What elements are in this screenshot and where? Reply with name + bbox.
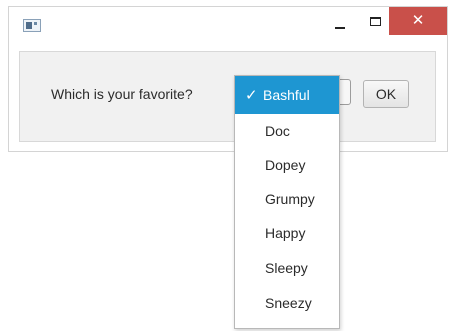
close-button[interactable]: ✕ [389,7,447,35]
dialog-window: ✕ Which is your favorite? OK [8,6,448,152]
minimize-button[interactable] [323,7,357,35]
dropdown-list: ✓ Bashful Doc Dopey Grumpy Happy Sleepy S… [234,75,340,329]
title-bar[interactable]: ✕ [9,7,447,41]
screen: ✕ Which is your favorite? OK ✓ Bashful Do… [0,0,456,331]
dropdown-option-grumpy[interactable]: Grumpy [235,182,339,216]
prompt-label: Which is your favorite? [51,86,193,102]
dropdown-option-dopey[interactable]: Dopey [235,148,339,182]
option-label: Bashful [263,87,310,103]
app-icon-cell [26,22,32,29]
checkmark-icon: ✓ [245,87,258,104]
close-icon: ✕ [411,12,425,29]
dialog-content: Which is your favorite? OK [19,51,436,142]
minimize-icon [335,27,345,29]
maximize-icon [370,17,381,26]
dropdown-option-doc[interactable]: Doc [235,114,339,148]
maximize-button[interactable] [359,7,393,35]
app-icon-dot [34,22,37,25]
dropdown-option-bashful[interactable]: ✓ Bashful [235,76,339,114]
app-icon [23,19,41,32]
dropdown-option-sleepy[interactable]: Sleepy [235,251,339,285]
dropdown-option-happy[interactable]: Happy [235,216,339,250]
ok-button[interactable]: OK [363,80,409,108]
dropdown-option-sneezy[interactable]: Sneezy [235,286,339,320]
